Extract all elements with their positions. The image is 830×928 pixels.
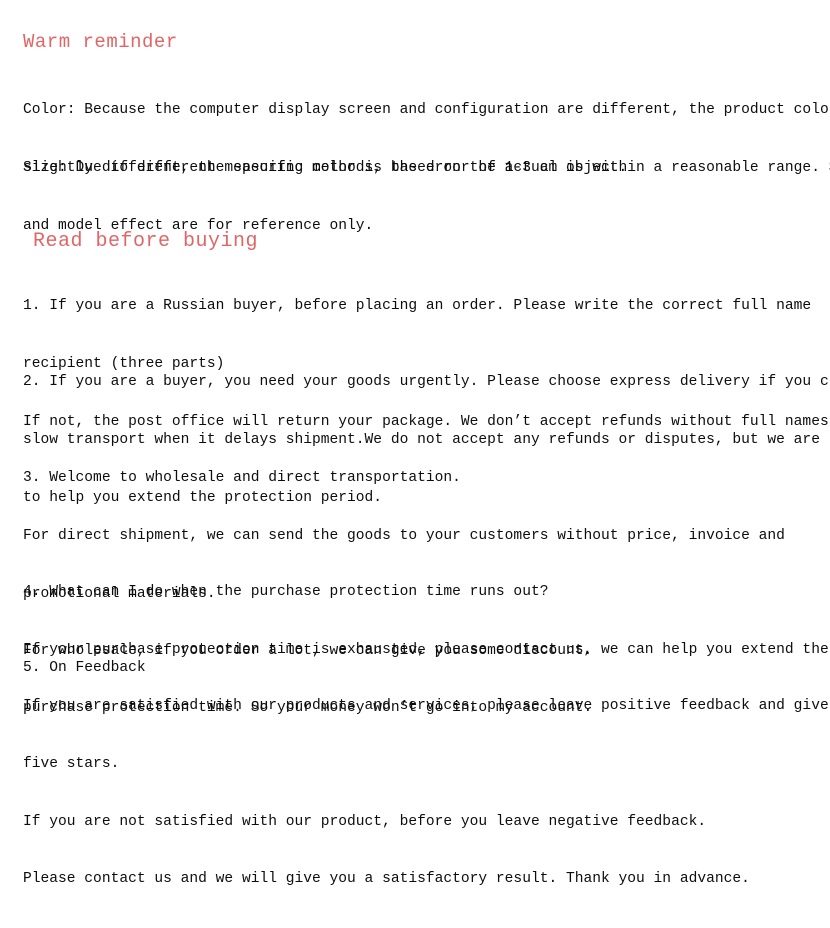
feedback-line-4: Please contact us and we will give you a… — [23, 871, 750, 888]
warm-reminder-heading: Warm reminder — [23, 30, 178, 53]
policy-item-4-line-1: 4. What can I do when the purchase prote… — [23, 584, 549, 601]
policy-item-3-line-2: For direct shipment, we can send the goo… — [23, 528, 785, 545]
feedback-paragraph: If you are satisfied with our products a… — [23, 659, 830, 928]
policy-item-1-line-1: 1. If you are a Russian buyer, before pl… — [23, 298, 812, 315]
feedback-line-1: If you are satisfied with our products a… — [23, 698, 830, 715]
policy-item-2-line-1: 2. If you are a buyer, you need your goo… — [23, 374, 830, 391]
policy-item-3-line-1: 3. Welcome to wholesale and direct trans… — [23, 470, 461, 487]
feedback-line-2: five stars. — [23, 756, 120, 773]
read-before-buying-heading: Read before buying — [33, 229, 259, 253]
product-notice-page: Warm reminder Color: Because the compute… — [0, 0, 830, 888]
feedback-line-3: If you are not satisfied with our produc… — [23, 813, 707, 830]
color-disclaimer-line-1: Color: Because the computer display scre… — [23, 102, 830, 119]
size-disclaimer-line-1: Size: Due to different measuring methods… — [23, 160, 830, 177]
